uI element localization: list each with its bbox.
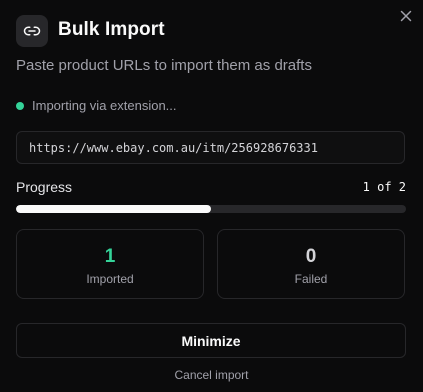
failed-count: 0 bbox=[305, 246, 317, 267]
status-dot bbox=[16, 101, 24, 110]
imported-stat-card: 1 Imported bbox=[16, 229, 204, 299]
imported-label: Imported bbox=[86, 272, 134, 286]
url-input[interactable]: https://www.ebay.com.au/itm/256928676331 bbox=[16, 131, 405, 164]
link-icon bbox=[23, 26, 41, 36]
status-text: Importing via extension... bbox=[32, 98, 177, 113]
progress-bar bbox=[16, 205, 406, 213]
header-icon-badge bbox=[16, 15, 48, 47]
dialog-title: Bulk Import bbox=[58, 19, 165, 40]
failed-stat-card: 0 Failed bbox=[217, 229, 405, 299]
dialog-subtitle: Paste product URLs to import them as dra… bbox=[16, 57, 312, 74]
import-status: Importing via extension... bbox=[16, 98, 177, 113]
url-input-value: https://www.ebay.com.au/itm/256928676331 bbox=[29, 140, 318, 155]
progress-count: 1 of 2 bbox=[362, 180, 406, 194]
minimize-button[interactable]: Minimize bbox=[16, 323, 406, 358]
close-button[interactable] bbox=[398, 8, 414, 24]
progress-bar-fill bbox=[16, 205, 211, 213]
close-icon bbox=[400, 10, 412, 22]
cancel-import-link[interactable]: Cancel import bbox=[0, 368, 423, 382]
imported-count: 1 bbox=[104, 246, 116, 267]
failed-label: Failed bbox=[294, 272, 328, 286]
progress-label: Progress bbox=[16, 179, 73, 195]
